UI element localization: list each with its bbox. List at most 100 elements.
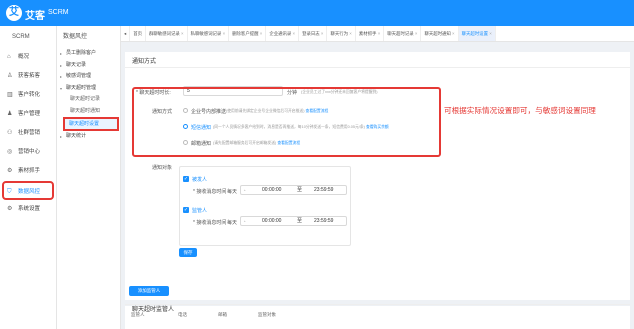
supervisor-panel: 聊天超时监管人 (125, 306, 630, 329)
primary-sidebar: SCRM ⌂ 概况 ♙ 获客拓客 ▥ 客户转化 ♟ 客户管理 ⚇ 社群营销 ◎ 营销中心 ⚙ 素材抓手 ⛉ 数… (0, 26, 57, 329)
group2-time-range[interactable]: ◔ 00:00:00 至 23:59:59 (240, 216, 347, 226)
tab-3[interactable]: 删除客户提醒 × (229, 26, 267, 41)
save-button[interactable]: 保存 (179, 248, 197, 257)
chevron-icon: ▾ (60, 85, 63, 91)
sidebar-item-8[interactable]: ⚙ 系统设置 (0, 200, 56, 219)
chevron-icon: ▸ (60, 51, 63, 56)
sidebar-item-label: 数据风控 (18, 189, 41, 195)
brand-name: 艾客 (25, 11, 45, 22)
group2-time-label: * 接收消息时间 (193, 220, 227, 226)
target-label: 通知对象 (152, 165, 173, 171)
chevron-icon: ▸ (60, 62, 63, 68)
app-logo: 艾 (6, 5, 22, 21)
close-icon[interactable]: × (181, 31, 184, 36)
sidebar-item-1[interactable]: ♙ 获客拓客 (0, 67, 56, 86)
sidebar-item-7[interactable]: ⛉ 数据风控 (2, 181, 54, 200)
group-icon: ⚇ (7, 130, 13, 136)
settings-panel: 通知方式 * 聊天超时时长: 5 分钟 (企业员工过了xxx分钟还未回复客户将提… (125, 52, 630, 300)
submenu-label: 聊天超时通知 (70, 107, 101, 114)
group1-time-label: * 接收消息时间 (193, 189, 227, 195)
sidebar-item-4[interactable]: ⚇ 社群营销 (0, 124, 56, 143)
user-add-icon: ♙ (7, 73, 13, 79)
close-icon[interactable]: × (378, 31, 381, 36)
section-title: 通知方式 (132, 59, 157, 65)
tab-6[interactable]: 聊天行为 × (327, 26, 356, 41)
main-content: 通知方式 * 聊天超时时长: 5 分钟 (企业员工过了xxx分钟还未回复客户将提… (121, 42, 634, 329)
column-header: 监管对象 (258, 312, 276, 317)
tab-1[interactable]: 群聊敏感词记录 × (146, 26, 188, 41)
submenu-label: 敏感词管理 (66, 73, 92, 79)
sidebar-item-6[interactable]: ⚙ 素材抓手 (0, 162, 56, 181)
sidebar-item-label: 社群营销 (18, 130, 41, 136)
submenu-label: 聊天统计 (66, 133, 87, 139)
group2-name: 监管人 (192, 208, 208, 214)
submenu-item-6[interactable]: 聊天超时设置 (63, 117, 119, 131)
sidebar-item-3[interactable]: ♟ 客户管理 (0, 105, 56, 124)
group2-every: 每天 (227, 220, 238, 226)
close-icon[interactable]: × (321, 31, 324, 36)
sidebar-item-label: 营销中心 (18, 149, 41, 155)
sidebar-item-label: 客户管理 (18, 111, 41, 117)
group1-time-range[interactable]: ◔ 00:00:00 至 23:59:59 (240, 185, 347, 195)
close-icon[interactable]: × (260, 31, 263, 36)
close-icon[interactable]: × (415, 31, 418, 36)
secondary-sidebar-header: 数据风控 (63, 34, 88, 40)
submenu-label: 聊天超时设置 (69, 121, 100, 127)
chart-icon: ▥ (7, 92, 13, 98)
close-icon[interactable]: × (223, 31, 226, 36)
divider (125, 67, 630, 68)
gear-icon: ⚙ (7, 206, 13, 212)
tab-10[interactable]: 聊天超时设置 × (458, 26, 496, 41)
group1-every: 每天 (227, 189, 238, 195)
home-icon: ⌂ (7, 54, 11, 60)
highlight-box (132, 87, 441, 157)
tab-5[interactable]: 登录日志 × (299, 26, 328, 41)
tab-4[interactable]: 企业通讯录 × (266, 26, 300, 41)
submenu-item-1[interactable]: ▸ 聊天记录 (57, 60, 120, 72)
sidebar-item-label: 系统设置 (18, 206, 41, 212)
tab-8[interactable]: 聊天超时记录 × (384, 26, 422, 41)
add-supervisor-button[interactable]: 添加监管人 (129, 286, 169, 296)
chevron-icon: ▸ (60, 134, 63, 139)
tab-2[interactable]: 私聊敏感词记录 × (188, 26, 230, 41)
sidebar-header: SCRM (12, 34, 30, 40)
sidebar-item-label: 素材抓手 (18, 168, 41, 174)
secondary-sidebar: 数据风控 ▸ 员工删除客户 ▸ 聊天记录 ▸ 敏感词管理 ▾ 聊天超时管理 聊天超时记录 聊天超时… (57, 26, 121, 329)
sidebar-item-2[interactable]: ▥ 客户转化 (0, 86, 56, 105)
divider (125, 304, 630, 305)
submenu-label: 聊天超时记录 (70, 96, 101, 102)
top-bar: 艾 艾客 SCRM (0, 0, 634, 26)
tab-0[interactable]: 首页 (130, 26, 147, 41)
submenu-item-4[interactable]: 聊天超时记录 (57, 94, 120, 106)
submenu-item-0[interactable]: ▸ 员工删除客户 (57, 48, 120, 60)
clock-icon: ◔ (243, 219, 246, 224)
tab-7[interactable]: 素材抓手 × (356, 26, 385, 41)
group2-checkbox[interactable]: ✓ (183, 207, 189, 213)
group1-checkbox[interactable]: ✓ (183, 176, 189, 182)
close-icon[interactable]: × (349, 31, 352, 36)
sidebar-item-label: 客户转化 (18, 92, 41, 98)
chevron-icon: ▸ (60, 74, 63, 79)
submenu-item-7[interactable]: ▸ 聊天统计 (57, 131, 120, 143)
close-icon[interactable]: × (293, 31, 296, 36)
group1-name: 被发人 (192, 177, 208, 183)
column-header: 邮箱 (218, 312, 227, 317)
people-icon: ♟ (7, 111, 13, 117)
clock-icon: ◔ (243, 188, 246, 193)
tab-scroll-left[interactable]: ◂ (121, 26, 131, 41)
submenu-item-2[interactable]: ▸ 敏感词管理 (57, 71, 120, 83)
submenu-label: 聊天超时管理 (66, 84, 97, 91)
close-icon[interactable]: × (489, 31, 492, 36)
sidebar-item-0[interactable]: ⌂ 概况 (0, 48, 56, 67)
submenu-label: 员工删除客户 (66, 50, 97, 56)
sidebar-item-label: 概况 (18, 54, 30, 60)
submenu-item-5[interactable]: 聊天超时通知 (57, 106, 120, 118)
close-icon[interactable]: × (452, 31, 455, 36)
tab-9[interactable]: 聊天超时通知 × (421, 26, 459, 41)
material-icon: ⚙ (7, 168, 13, 174)
tab-bar: ◂ 首页 群聊敏感词记录 × 私聊敏感词记录 × 删除客户提醒 × 企业通讯录 × 登录日志… (121, 26, 634, 42)
sidebar-item-5[interactable]: ◎ 营销中心 (0, 143, 56, 162)
column-header: 电话 (178, 312, 187, 317)
submenu-item-3[interactable]: ▾ 聊天超时管理 (57, 83, 120, 95)
annotation-text: 可根据实际情况设置即可，与敏感词设置同理 (444, 106, 596, 115)
